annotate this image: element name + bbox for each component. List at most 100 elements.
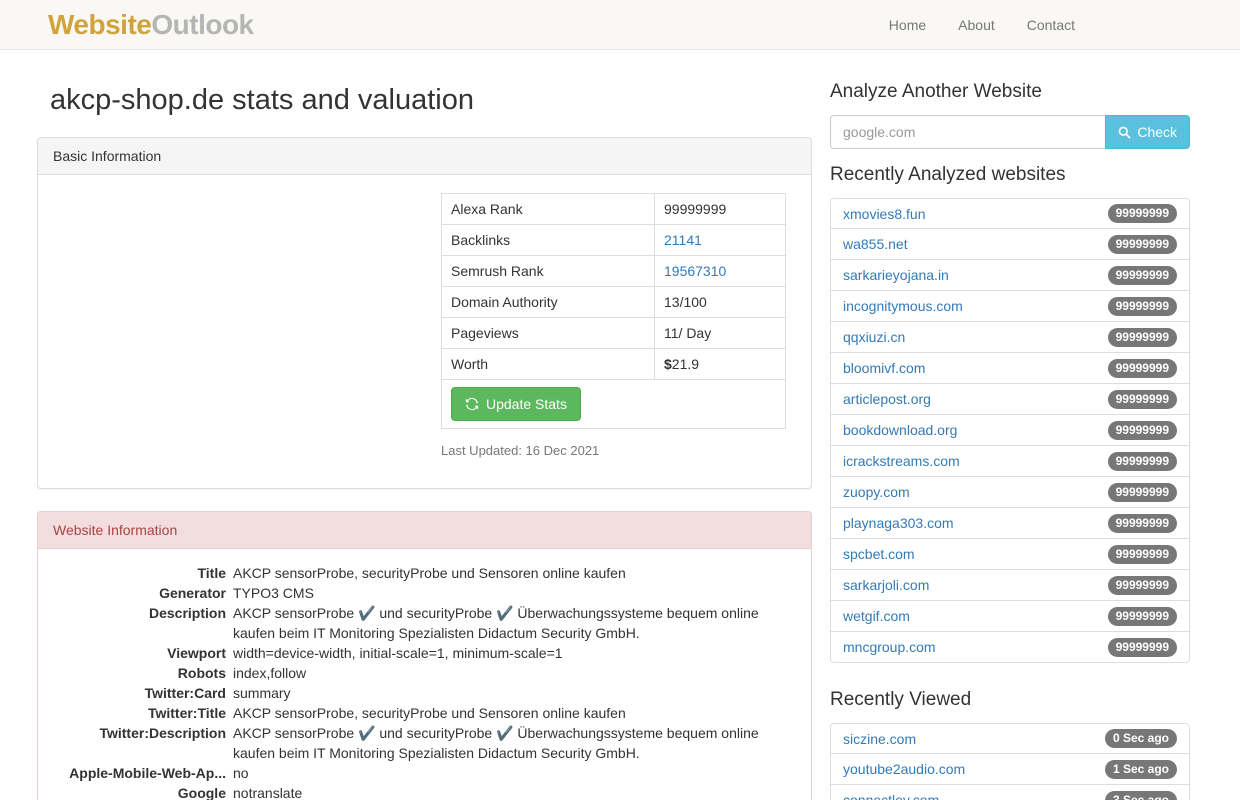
meta-value: index,follow	[233, 663, 796, 683]
meta-row: Viewport width=device-width, initial-sca…	[53, 643, 796, 663]
meta-value: AKCP sensorProbe ✔️ und securityProbe ✔️…	[233, 603, 796, 643]
site-link[interactable]: playnaga303.com	[843, 515, 954, 531]
stat-label: Pageviews	[442, 318, 655, 349]
stat-label: Worth	[442, 349, 655, 380]
stat-value[interactable]: 19567310	[664, 263, 726, 279]
brand-logo[interactable]: WebsiteOutlook	[48, 9, 254, 41]
nav-link[interactable]: Home	[889, 17, 926, 33]
time-badge: 3 Sec ago	[1105, 791, 1177, 800]
brand-primary: Website	[48, 9, 151, 40]
meta-row: Robots index,follow	[53, 663, 796, 683]
rank-badge: 99999999	[1108, 483, 1177, 502]
recently-analyzed-item: articlepost.org 99999999	[830, 384, 1190, 415]
stat-value-prefix: $	[664, 356, 672, 372]
sidebar: Analyze Another Website Check Recently A…	[830, 80, 1190, 800]
website-information-body: Title AKCP sensorProbe, securityProbe un…	[38, 549, 811, 800]
site-link[interactable]: bloomivf.com	[843, 360, 925, 376]
site-link[interactable]: bookdownload.org	[843, 422, 957, 438]
meta-value: notranslate	[233, 783, 796, 800]
recently-analyzed-item: wa855.net 99999999	[830, 229, 1190, 260]
recently-analyzed-item: bookdownload.org 99999999	[830, 415, 1190, 446]
stat-label: Semrush Rank	[442, 256, 655, 287]
meta-row: Twitter:Card summary	[53, 683, 796, 703]
update-stats-cell: Update Stats	[442, 380, 786, 429]
site-link[interactable]: xmovies8.fun	[843, 206, 925, 222]
recently-analyzed-item: bloomivf.com 99999999	[830, 353, 1190, 384]
meta-value: width=device-width, initial-scale=1, min…	[233, 643, 796, 663]
stat-value-cell: 99999999	[655, 194, 786, 225]
meta-row: Twitter:Description AKCP sensorProbe ✔️ …	[53, 723, 796, 763]
check-button[interactable]: Check	[1105, 115, 1190, 149]
navbar: WebsiteOutlook Home About Contact	[0, 0, 1240, 50]
recently-analyzed-item: playnaga303.com 99999999	[830, 508, 1190, 539]
recently-viewed-list: siczine.com 0 Sec ago youtube2audio.com …	[830, 723, 1190, 800]
recently-analyzed-item: icrackstreams.com 99999999	[830, 446, 1190, 477]
site-link[interactable]: mncgroup.com	[843, 639, 936, 655]
page-content: akcp-shop.de stats and valuation Basic I…	[0, 50, 1240, 800]
meta-value: TYPO3 CMS	[233, 583, 796, 603]
meta-label: Robots	[53, 663, 226, 683]
recently-analyzed-item: zuopy.com 99999999	[830, 477, 1190, 508]
stats-row: Domain Authority 13/100	[442, 287, 786, 318]
nav-links: Home About Contact	[889, 17, 1075, 33]
update-stats-row: Update Stats	[442, 380, 786, 429]
update-stats-button[interactable]: Update Stats	[451, 387, 581, 421]
site-link[interactable]: sarkarieyojana.in	[843, 267, 949, 283]
time-badge: 0 Sec ago	[1105, 729, 1177, 748]
basic-information-body: Alexa Rank 99999999 Backlinks 21141	[38, 175, 811, 488]
recently-analyzed-list: xmovies8.fun 99999999 wa855.net 99999999…	[830, 198, 1190, 663]
rank-badge: 99999999	[1108, 266, 1177, 285]
meta-value: no	[233, 763, 796, 783]
rank-badge: 99999999	[1108, 235, 1177, 254]
recently-analyzed-item: qqxiuzi.cn 99999999	[830, 322, 1190, 353]
rank-badge: 99999999	[1108, 576, 1177, 595]
site-link[interactable]: articlepost.org	[843, 391, 931, 407]
recently-viewed-item: connectley.com 3 Sec ago	[830, 785, 1190, 800]
meta-label: Description	[53, 603, 226, 643]
stat-value: 21.9	[672, 356, 699, 372]
rank-badge: 99999999	[1108, 421, 1177, 440]
recently-viewed-heading: Recently Viewed	[830, 689, 1190, 711]
stat-value-cell: 21141	[655, 225, 786, 256]
basic-information-panel: Basic Information Alexa Rank 99999999	[37, 137, 812, 489]
meta-label: Twitter:Description	[53, 723, 226, 763]
site-link[interactable]: sarkarjoli.com	[843, 577, 929, 593]
site-link[interactable]: qqxiuzi.cn	[843, 329, 905, 345]
site-link[interactable]: spcbet.com	[843, 546, 915, 562]
page-title: akcp-shop.de stats and valuation	[50, 84, 812, 117]
site-link[interactable]: youtube2audio.com	[843, 761, 965, 777]
meta-value: AKCP sensorProbe ✔️ und securityProbe ✔️…	[233, 723, 796, 763]
site-link[interactable]: incognitymous.com	[843, 298, 963, 314]
nav-link[interactable]: About	[958, 17, 995, 33]
rank-badge: 99999999	[1108, 514, 1177, 533]
stats-row: Semrush Rank 19567310	[442, 256, 786, 287]
meta-value: AKCP sensorProbe, securityProbe und Sens…	[233, 703, 796, 723]
update-stats-label: Update Stats	[486, 396, 567, 412]
nav-link[interactable]: Contact	[1027, 17, 1075, 33]
recently-analyzed-item: spcbet.com 99999999	[830, 539, 1190, 570]
stats-row: Backlinks 21141	[442, 225, 786, 256]
stat-value: 13/100	[664, 294, 707, 310]
site-link[interactable]: zuopy.com	[843, 484, 910, 500]
meta-label: Apple-Mobile-Web-Ap...	[53, 763, 226, 783]
recently-analyzed-item: wetgif.com 99999999	[830, 601, 1190, 632]
site-link[interactable]: wa855.net	[843, 236, 908, 252]
stat-value[interactable]: 21141	[664, 232, 702, 248]
last-updated-text: Last Updated: 16 Dec 2021	[441, 443, 786, 458]
meta-value: summary	[233, 683, 796, 703]
stat-label: Alexa Rank	[442, 194, 655, 225]
site-link[interactable]: siczine.com	[843, 731, 916, 747]
website-url-input[interactable]	[830, 115, 1105, 149]
site-link[interactable]: icrackstreams.com	[843, 453, 960, 469]
refresh-icon	[465, 397, 479, 411]
recently-viewed-item: siczine.com 0 Sec ago	[830, 723, 1190, 754]
analyze-heading: Analyze Another Website	[830, 81, 1190, 103]
stat-label: Domain Authority	[442, 287, 655, 318]
rank-badge: 99999999	[1108, 545, 1177, 564]
recently-analyzed-item: xmovies8.fun 99999999	[830, 198, 1190, 229]
stat-label: Backlinks	[442, 225, 655, 256]
rank-badge: 99999999	[1108, 297, 1177, 316]
site-link[interactable]: connectley.com	[843, 792, 939, 800]
site-link[interactable]: wetgif.com	[843, 608, 910, 624]
recently-analyzed-item: sarkarieyojana.in 99999999	[830, 260, 1190, 291]
